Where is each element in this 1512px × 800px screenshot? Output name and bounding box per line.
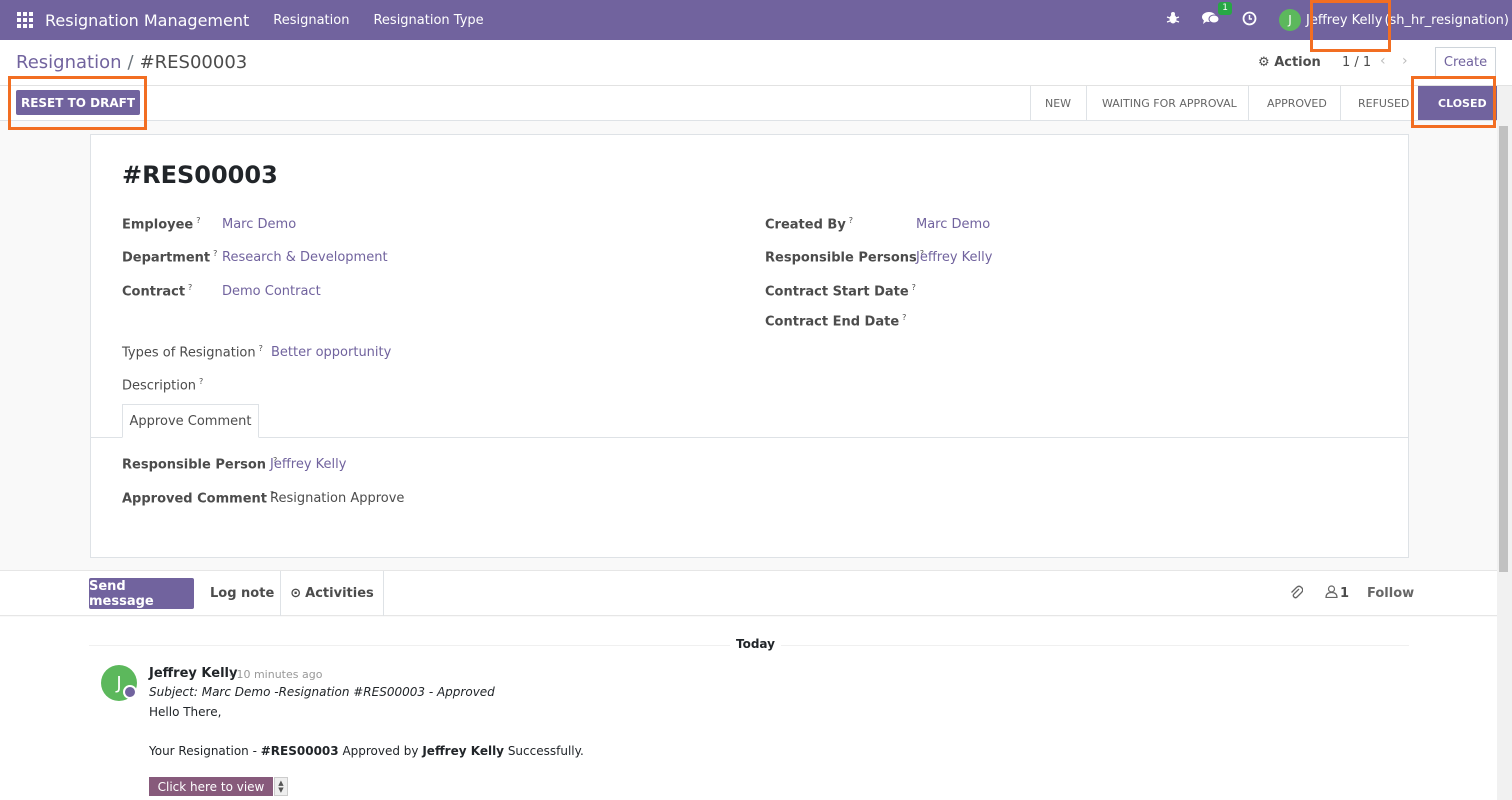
user-icon[interactable] <box>1325 585 1338 602</box>
user-avatar[interactable]: J <box>1278 9 1301 31</box>
click-here-to-view-button[interactable]: Click here to view <box>149 777 273 796</box>
description-label: Description? <box>122 377 204 394</box>
responsible-person-label: Responsible Person? <box>122 456 278 473</box>
tab-approve-comment[interactable]: Approve Comment <box>122 404 259 438</box>
action-label: Action <box>1274 55 1321 70</box>
apps-menu-icon[interactable] <box>17 12 33 28</box>
chevron-left-icon[interactable]: ‹ <box>1380 53 1386 69</box>
created-by-label: Created By? <box>765 216 854 233</box>
log-note-button[interactable]: Log note <box>210 586 274 601</box>
debug-bug-icon[interactable] <box>1166 11 1180 29</box>
contract-value[interactable]: Demo Contract <box>222 284 321 299</box>
spinner-arrows-icon: ▲ ▼ <box>274 777 288 796</box>
menu-resignation[interactable]: Resignation <box>273 13 349 28</box>
pager-value[interactable]: 1 / 1 <box>1342 55 1371 70</box>
help-icon[interactable]: ? <box>259 344 263 353</box>
clock-icon: ⊙ <box>290 586 302 601</box>
employee-value[interactable]: Marc Demo <box>222 217 296 232</box>
activities-button[interactable]: ⊙ Activities <box>280 571 384 616</box>
help-icon[interactable]: ? <box>902 313 906 322</box>
menu-resignation-type[interactable]: Resignation Type <box>373 13 483 28</box>
department-label: Department? <box>122 249 218 266</box>
responsible-persons-value[interactable]: Jeffrey Kelly <box>916 250 992 265</box>
top-navbar: Resignation Management Resignation Resig… <box>0 0 1512 40</box>
record-title: #RES00003 <box>122 161 278 189</box>
stage-new[interactable]: NEW <box>1030 86 1086 120</box>
contract-label: Contract? <box>122 283 193 300</box>
control-panel: Resignation / #RES00003 ⚙ Action 1 / 1 ‹ ›… <box>0 40 1512 86</box>
chevron-right-icon[interactable]: › <box>1402 53 1408 69</box>
created-by-value[interactable]: Marc Demo <box>916 217 990 232</box>
paperclip-icon[interactable] <box>1289 584 1304 604</box>
message-subject: Subject: Marc Demo -Resignation #RES0000… <box>149 685 495 699</box>
message-time: - 10 minutes ago <box>229 668 323 681</box>
department-value[interactable]: Research & Development <box>222 250 388 265</box>
message-body: Your Resignation - #RES00003 Approved by… <box>149 744 584 758</box>
breadcrumb: Resignation / #RES00003 <box>16 52 247 73</box>
help-icon[interactable]: ? <box>213 249 217 258</box>
online-status-icon <box>123 685 137 699</box>
create-button[interactable]: Create <box>1435 47 1496 78</box>
follower-count[interactable]: 1 <box>1340 586 1349 601</box>
follow-button[interactable]: Follow <box>1367 586 1414 601</box>
messages-chat-icon[interactable]: 1 <box>1201 2 1232 29</box>
statusbar: RESET TO DRAFT NEW WAITING FOR APPROVAL … <box>0 86 1497 121</box>
help-icon[interactable]: ? <box>912 283 916 292</box>
responsible-persons-label: Responsible Persons? <box>765 249 925 266</box>
action-button[interactable]: ⚙ Action <box>1258 55 1321 70</box>
highlight-reset-button <box>8 76 147 130</box>
chatter-thread: Today J Jeffrey Kelly - 10 minutes ago S… <box>0 617 1497 800</box>
send-message-button[interactable]: Send message <box>89 578 194 609</box>
stage-waiting-for-approval[interactable]: WAITING FOR APPROVAL <box>1086 86 1248 120</box>
breadcrumb-current: #RES00003 <box>139 52 248 73</box>
approved-comment-label: Approved Comment? <box>122 490 275 507</box>
messages-badge: 1 <box>1218 2 1232 15</box>
message-author[interactable]: Jeffrey Kelly <box>149 666 237 681</box>
breadcrumb-separator: / <box>127 52 134 73</box>
help-icon[interactable]: ? <box>849 216 853 225</box>
tab-divider <box>91 437 1408 438</box>
gear-icon: ⚙ <box>1258 55 1270 70</box>
help-icon[interactable]: ? <box>188 283 192 292</box>
breadcrumb-parent[interactable]: Resignation <box>16 52 122 73</box>
form-sheet: #RES00003 Employee? Marc Demo Department… <box>90 134 1409 558</box>
date-separator: Today <box>730 637 781 651</box>
contract-end-date-label: Contract End Date? <box>765 313 907 330</box>
types-of-resignation-value[interactable]: Better opportunity <box>271 345 391 360</box>
scrollbar[interactable] <box>1497 86 1512 800</box>
contract-start-date-label: Contract Start Date? <box>765 283 916 300</box>
help-icon[interactable]: ? <box>199 377 203 386</box>
user-database[interactable]: (sh_hr_resignation) <box>1384 13 1509 28</box>
activity-clock-icon[interactable] <box>1242 11 1257 30</box>
activities-label: Activities <box>305 586 374 601</box>
stage-approved[interactable]: APPROVED <box>1248 86 1340 120</box>
approved-comment-value: Resignation Approve <box>270 491 405 506</box>
responsible-person-value[interactable]: Jeffrey Kelly <box>270 457 346 472</box>
scrollbar-thumb[interactable] <box>1499 126 1508 572</box>
message-greeting: Hello There, <box>149 705 222 719</box>
employee-label: Employee? <box>122 216 201 233</box>
highlight-closed-stage <box>1411 76 1496 128</box>
highlight-user-name <box>1310 0 1391 52</box>
help-icon[interactable]: ? <box>196 216 200 225</box>
stage-refused[interactable]: REFUSED <box>1340 86 1418 120</box>
app-brand[interactable]: Resignation Management <box>45 11 249 30</box>
chatter-topbar: Send message Log note ⊙ Activities 1 Fol… <box>0 570 1497 616</box>
types-of-resignation-label: Types of Resignation? <box>122 344 263 361</box>
